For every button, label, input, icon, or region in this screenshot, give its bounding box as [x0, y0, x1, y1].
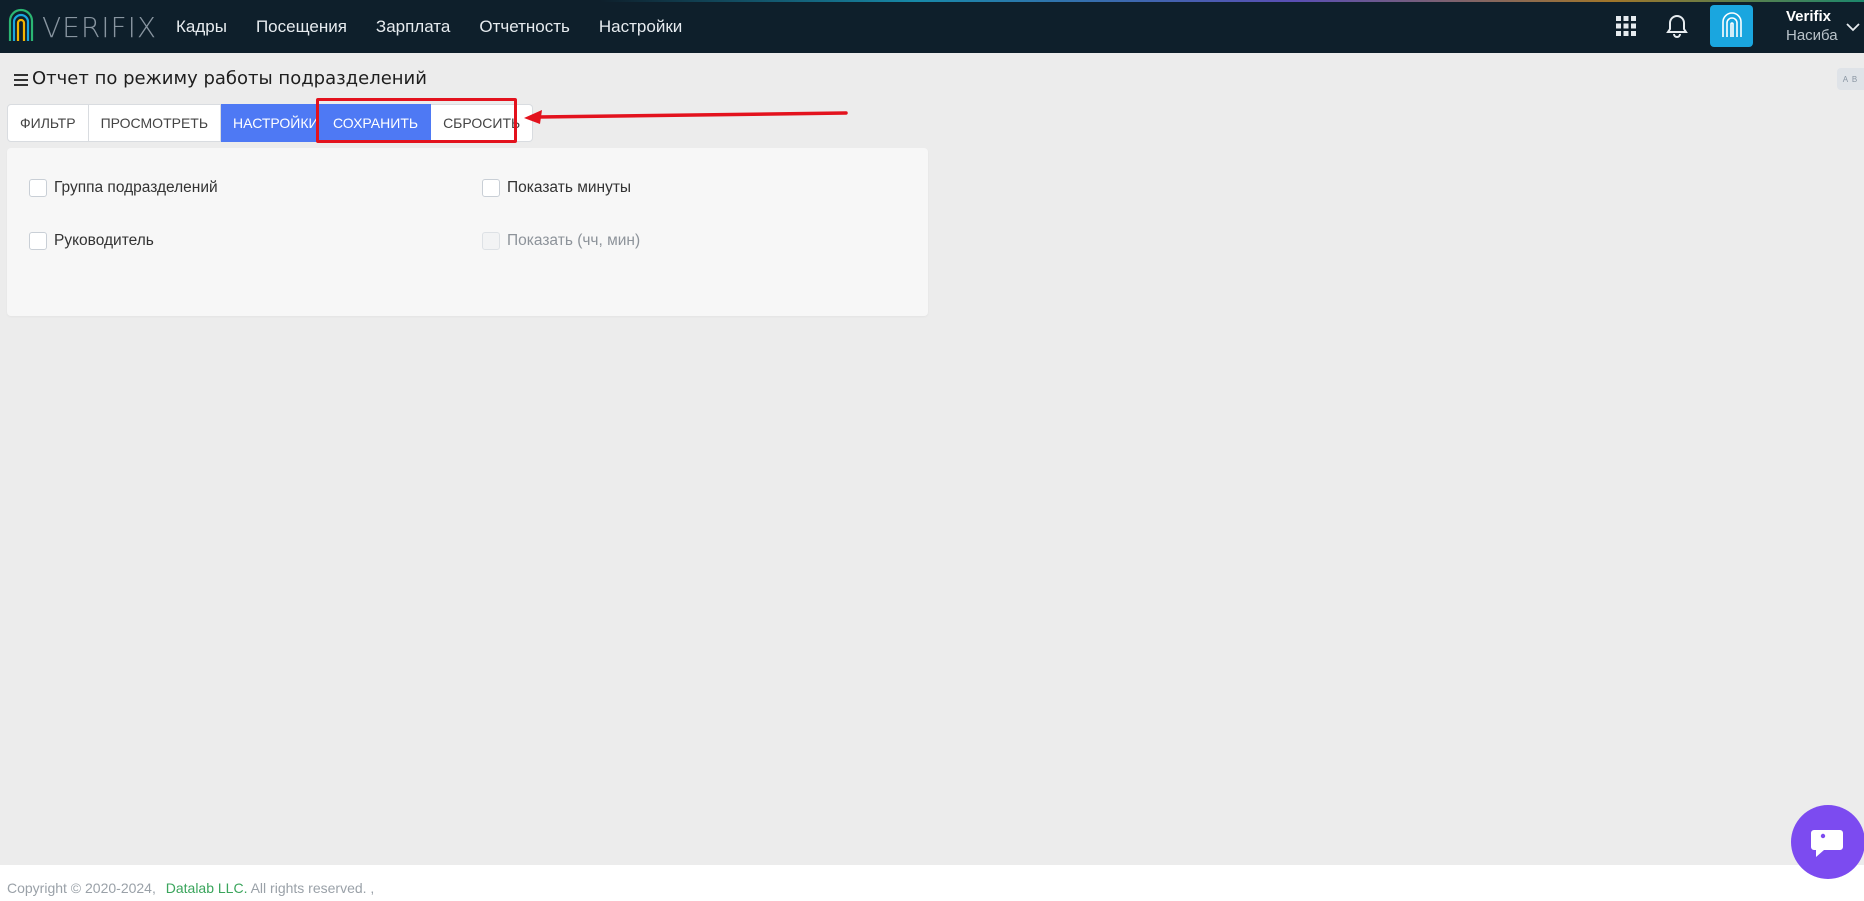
page-title: Отчет по режиму работы подразделений	[32, 68, 427, 89]
manager-option[interactable]: Руководитель	[29, 232, 154, 250]
main-nav: Кадры Посещения Зарплата Отчетность Наст…	[176, 0, 711, 53]
bell-icon[interactable]	[1666, 14, 1688, 38]
fingerprint-logo-icon	[8, 8, 34, 41]
annotation-arrow	[524, 110, 848, 124]
nav-item-payroll[interactable]: Зарплата	[376, 17, 450, 37]
avatar[interactable]	[1710, 5, 1753, 47]
nav-item-settings[interactable]: Настройки	[599, 17, 682, 37]
footer-rights: All rights reserved. ,	[250, 880, 375, 896]
show-hh-min-checkbox	[482, 232, 500, 250]
fingerprint-icon	[1721, 12, 1742, 37]
group-divisions-checkbox[interactable]	[29, 179, 47, 197]
group-divisions-option[interactable]: Группа подразделений	[29, 179, 218, 197]
settings-button[interactable]: НАСТРОЙКИ	[221, 104, 332, 142]
nav-item-reports[interactable]: Отчетность	[479, 17, 570, 37]
language-tab[interactable]: A B	[1837, 68, 1864, 90]
group-divisions-label: Группа подразделений	[54, 179, 218, 196]
chat-icon	[1811, 830, 1843, 857]
topbar-accent-line	[600, 0, 1864, 2]
manager-label: Руководитель	[54, 232, 154, 249]
logo[interactable]: VERIFIX	[6, 7, 157, 47]
nav-item-attendance[interactable]: Посещения	[256, 17, 347, 37]
logo-text: VERIFIX	[42, 10, 158, 44]
top-navbar: VERIFIX Кадры Посещения Зарплата Отчетно…	[0, 0, 1864, 53]
hamburger-menu-icon[interactable]	[14, 74, 28, 86]
show-hh-min-option: Показать (чч, мин)	[482, 232, 640, 250]
settings-panel: Группа подразделений Руководитель Показа…	[7, 148, 928, 316]
apps-grid-icon[interactable]	[1616, 16, 1636, 36]
nav-item-hr[interactable]: Кадры	[176, 17, 227, 37]
chevron-down-icon[interactable]	[1846, 22, 1860, 32]
manager-checkbox[interactable]	[29, 232, 47, 250]
show-minutes-label: Показать минуты	[507, 179, 632, 196]
show-minutes-checkbox[interactable]	[482, 179, 500, 197]
show-minutes-option[interactable]: Показать минуты	[482, 179, 631, 197]
user-name[interactable]: Verifix	[1786, 8, 1831, 25]
view-button[interactable]: ПРОСМОТРЕТЬ	[88, 104, 222, 142]
show-hh-min-label: Показать (чч, мин)	[507, 232, 641, 249]
filter-button[interactable]: ФИЛЬТР	[7, 104, 89, 142]
report-mode-buttons: ФИЛЬТР ПРОСМОТРЕТЬ НАСТРОЙКИ	[7, 104, 332, 142]
footer: Copyright © 2020-2024, Datalab LLC. All …	[0, 865, 1864, 901]
user-subtitle[interactable]: Насиба	[1786, 27, 1838, 44]
footer-company-link[interactable]: Datalab LLC.	[166, 880, 248, 896]
footer-copyright: Copyright © 2020-2024,	[7, 880, 156, 896]
chat-button[interactable]	[1791, 805, 1864, 879]
highlight-box	[316, 98, 517, 143]
